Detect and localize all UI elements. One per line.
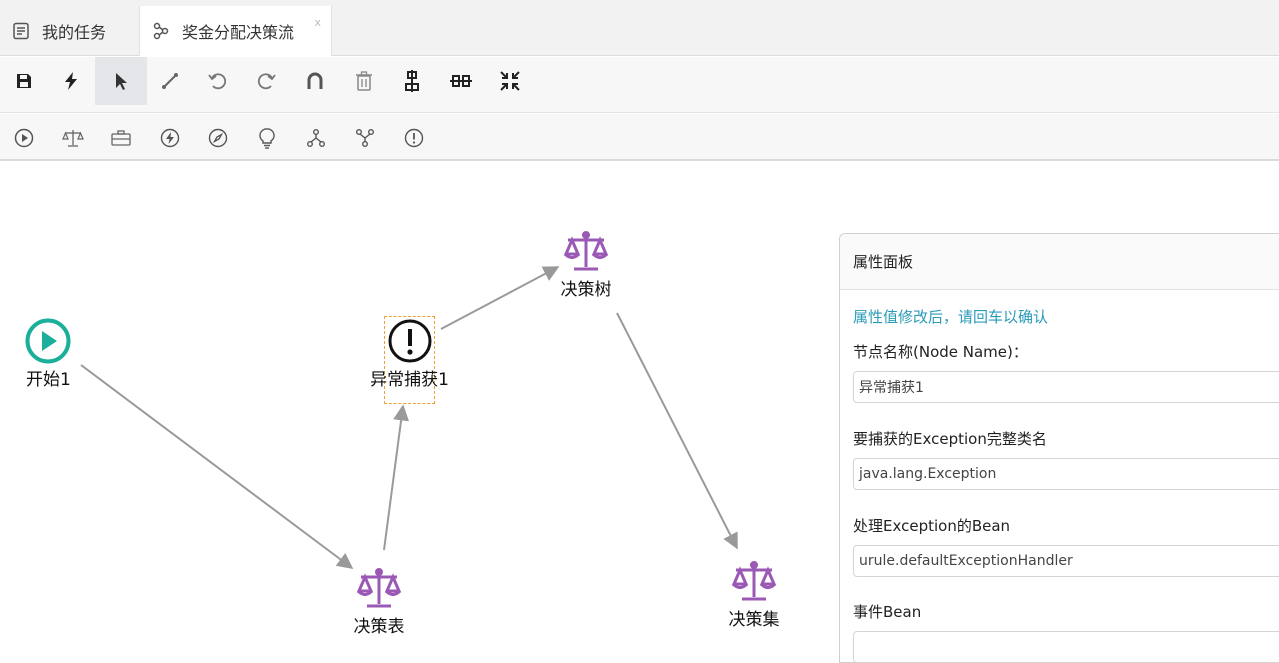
save-icon	[17, 74, 31, 88]
script-compass-icon	[208, 128, 228, 147]
connection-start-to-table	[80, 364, 354, 569]
tab-label: 奖金分配决策流	[182, 23, 295, 42]
align-horizontal-button[interactable]	[437, 57, 485, 105]
node-label: 异常捕获1	[370, 370, 449, 390]
node-name-input[interactable]: 异常捕获1	[853, 371, 1279, 403]
compress-icon	[500, 71, 520, 91]
start-node-icon	[14, 128, 34, 147]
node-decision-table[interactable]: 决策表	[343, 564, 415, 637]
event-bean-label: 事件Bean	[853, 603, 922, 621]
tab-close-button[interactable]: x	[314, 16, 321, 29]
connection-table-to-exception	[383, 404, 410, 551]
redo-button[interactable]	[242, 57, 290, 105]
node-name-label: 节点名称(Node Name)：	[853, 343, 1028, 361]
panel-hint: 属性值修改后，请回车以确认	[853, 308, 1049, 326]
decision-scale-icon	[731, 561, 777, 601]
node-start[interactable]: 开始1	[14, 317, 86, 390]
join-icon	[356, 128, 374, 147]
exception-icon	[404, 128, 424, 147]
node-decision-tree[interactable]: 决策树	[550, 227, 622, 300]
add-action-node-button[interactable]	[146, 114, 194, 161]
connection-tool-button[interactable]	[146, 57, 194, 105]
task-list-icon	[10, 20, 32, 42]
snap-button[interactable]	[291, 57, 339, 105]
panel-title: 属性面板	[840, 234, 1279, 290]
delete-button[interactable]	[340, 57, 388, 105]
redo-icon	[257, 73, 276, 90]
tab-label: 我的任务	[42, 23, 107, 42]
add-join-node-button[interactable]	[341, 114, 389, 161]
add-script-node-button[interactable]	[194, 114, 242, 161]
undo-button[interactable]	[194, 57, 242, 105]
add-start-node-button[interactable]	[0, 114, 48, 161]
node-label: 开始1	[26, 370, 71, 390]
handler-bean-input[interactable]: urule.defaultExceptionHandler	[853, 545, 1279, 577]
action-bolt-icon	[160, 128, 180, 147]
tab-bonus-flow[interactable]: 奖金分配决策流 x	[139, 6, 332, 56]
handler-bean-label: 处理Exception的Bean	[853, 517, 1011, 535]
exception-icon	[388, 319, 431, 363]
node-label: 决策树	[560, 280, 612, 300]
compress-button[interactable]	[486, 57, 534, 105]
delete-trash-icon	[356, 71, 372, 91]
node-label: 决策集	[728, 610, 780, 630]
decision-scale-icon	[356, 568, 402, 608]
node-label: 决策表	[353, 617, 405, 637]
event-bean-input[interactable]	[853, 631, 1279, 663]
tab-bar: 我的任务 奖金分配决策流 x	[0, 0, 1279, 56]
node-decision-set[interactable]: 决策集	[718, 557, 790, 630]
exception-class-input[interactable]: java.lang.Exception	[853, 458, 1279, 490]
node-exception[interactable]: 异常捕获1	[362, 317, 457, 390]
property-panel: 属性面板 属性值修改后，请回车以确认 节点名称(Node Name)： 异常捕获…	[839, 233, 1279, 663]
add-fork-node-button[interactable]	[292, 114, 340, 161]
add-rule-node-button[interactable]	[49, 114, 97, 161]
align-vertical-icon	[405, 70, 419, 92]
node-palette	[0, 114, 1279, 161]
select-pointer-icon	[116, 73, 127, 90]
align-horizontal-icon	[450, 75, 472, 87]
fork-icon	[307, 128, 325, 147]
add-decision-node-button[interactable]	[243, 114, 291, 161]
select-tool-button[interactable]	[95, 57, 147, 105]
connection-exception-to-tree	[440, 266, 560, 330]
main-toolbar	[0, 57, 1279, 113]
save-button[interactable]	[0, 57, 48, 105]
deploy-bolt-icon	[65, 72, 77, 90]
align-vertical-button[interactable]	[388, 57, 436, 105]
connection-tree-to-set	[616, 312, 738, 550]
start-node-icon	[25, 318, 71, 364]
add-exception-node-button[interactable]	[390, 114, 438, 161]
decision-scale-icon	[563, 231, 609, 271]
add-package-node-button[interactable]	[97, 114, 145, 161]
rule-scale-icon	[62, 129, 84, 147]
briefcase-icon	[111, 129, 131, 146]
magnet-icon	[307, 72, 323, 89]
tab-my-tasks[interactable]: 我的任务	[8, 6, 138, 56]
connection-line-icon	[162, 73, 178, 89]
decision-bulb-icon	[259, 127, 275, 149]
flow-icon	[150, 20, 172, 42]
undo-icon	[208, 73, 227, 90]
deploy-button[interactable]	[47, 57, 95, 105]
exception-class-label: 要捕获的Exception完整类名	[853, 430, 1047, 448]
